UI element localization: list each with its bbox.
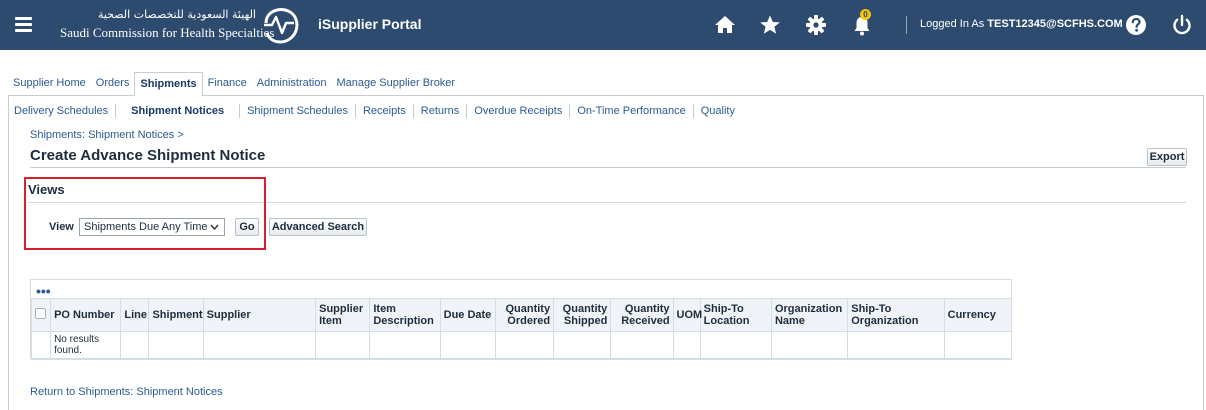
- bell-icon[interactable]: 0: [850, 9, 874, 37]
- power-icon[interactable]: [1170, 13, 1194, 37]
- table-cell: [610, 331, 674, 360]
- column-header-supplier[interactable]: Supplier: [202, 298, 317, 332]
- column-header-ship-to-organization[interactable]: Ship-To Organization: [847, 298, 945, 332]
- table-cell: [847, 331, 945, 360]
- column-header-organization-name[interactable]: Organization Name: [770, 298, 849, 332]
- subtab-delivery-schedules[interactable]: Delivery Schedules: [14, 104, 117, 118]
- tab-orders[interactable]: Orders: [91, 72, 135, 96]
- table-row: No results found.: [30, 331, 1013, 360]
- column-header-ship-to-location[interactable]: Ship-To Location: [699, 298, 772, 332]
- column-header-quantity-ordered[interactable]: Quantity Ordered: [494, 298, 555, 332]
- tab-supplier-home[interactable]: Supplier Home: [8, 72, 91, 96]
- table-cell: [699, 331, 772, 360]
- logged-in-prefix: Logged In As: [920, 18, 985, 30]
- organization-name: الهيئة السعودية للتخصصات الصحية Saudi Co…: [60, 8, 275, 44]
- results-table-panel: ••• PO Number Line Shipment Supplier Sup…: [30, 279, 1013, 360]
- logged-in-user-label: Logged In As TEST12345@SCFHS.COM: [920, 18, 1123, 30]
- table-cell: [943, 331, 1013, 360]
- column-header-line[interactable]: Line: [120, 298, 150, 332]
- subtab-on-time-performance[interactable]: On-Time Performance: [570, 104, 694, 118]
- title-divider: [30, 167, 1186, 168]
- table-cell: [672, 331, 701, 360]
- tab-shipments[interactable]: Shipments: [134, 72, 203, 97]
- table-cell: [553, 331, 612, 360]
- column-header-shipment[interactable]: Shipment: [148, 298, 204, 332]
- table-cell: [202, 331, 317, 360]
- tab-manage-supplier-broker[interactable]: Manage Supplier Broker: [331, 72, 460, 96]
- subtab-overdue-receipts[interactable]: Overdue Receipts: [467, 104, 571, 118]
- notification-count-badge: 0: [860, 9, 871, 20]
- subtab-receipts[interactable]: Receipts: [356, 104, 414, 118]
- column-header-currency[interactable]: Currency: [943, 298, 1013, 332]
- views-highlight-box: [24, 177, 266, 250]
- page-title: Create Advance Shipment Notice: [30, 147, 266, 164]
- table-cell: [30, 331, 52, 360]
- table-actions-menu-icon[interactable]: •••: [36, 283, 51, 299]
- column-header-uom[interactable]: UOM: [672, 298, 702, 332]
- organization-name-english: Saudi Commission for Health Specialties: [60, 25, 275, 40]
- advanced-search-button[interactable]: Advanced Search: [269, 218, 367, 236]
- subtab-quality[interactable]: Quality: [694, 104, 742, 118]
- column-header-quantity-received[interactable]: Quantity Received: [610, 298, 674, 332]
- table-header-row: PO Number Line Shipment Supplier Supplie…: [30, 298, 1013, 332]
- column-header-po-number[interactable]: PO Number: [50, 298, 122, 332]
- results-table: PO Number Line Shipment Supplier Supplie…: [30, 298, 1013, 360]
- tab-administration[interactable]: Administration: [252, 72, 332, 96]
- organization-logo: [258, 3, 304, 47]
- table-cell: [315, 331, 371, 360]
- sub-tabs: Delivery Schedules Shipment Notices Ship…: [14, 104, 742, 118]
- help-icon[interactable]: [1124, 13, 1148, 37]
- table-cell: [439, 331, 496, 360]
- column-header-item-description[interactable]: Item Description: [369, 298, 441, 332]
- menu-icon[interactable]: [14, 14, 34, 34]
- gear-icon[interactable]: [804, 13, 828, 37]
- main-tabs: Supplier Home Orders Shipments Finance A…: [8, 72, 1204, 97]
- table-cell: [369, 331, 441, 360]
- breadcrumb[interactable]: Shipments: Shipment Notices >: [30, 129, 184, 141]
- tab-finance[interactable]: Finance: [203, 72, 252, 96]
- return-to-shipment-notices-link[interactable]: Return to Shipments: Shipment Notices: [30, 386, 223, 398]
- subtab-shipment-schedules[interactable]: Shipment Schedules: [240, 104, 356, 118]
- table-cell: [770, 331, 849, 360]
- subtab-returns[interactable]: Returns: [414, 104, 468, 118]
- subtab-shipment-notices[interactable]: Shipment Notices: [116, 104, 241, 118]
- top-header-bar: الهيئة السعودية للتخصصات الصحية Saudi Co…: [0, 0, 1206, 50]
- home-icon[interactable]: [713, 13, 737, 37]
- logged-in-username: TEST12345@SCFHS.COM: [987, 18, 1123, 30]
- organization-name-arabic: الهيئة السعودية للتخصصات الصحية: [97, 8, 256, 21]
- content-frame: [8, 95, 1204, 410]
- select-all-checkbox[interactable]: [35, 308, 46, 319]
- table-cell: [494, 331, 555, 360]
- export-button[interactable]: Export: [1147, 148, 1187, 166]
- column-header-supplier-item[interactable]: Supplier Item: [315, 298, 371, 332]
- select-all-column: [30, 298, 52, 332]
- table-cell: [148, 331, 204, 360]
- column-header-due-date[interactable]: Due Date: [439, 298, 496, 332]
- star-icon[interactable]: [758, 13, 782, 37]
- no-results-message: No results found.: [50, 331, 122, 360]
- header-divider: [906, 16, 907, 34]
- table-cell: [120, 331, 150, 360]
- column-header-quantity-shipped[interactable]: Quantity Shipped: [553, 298, 612, 332]
- portal-title: iSupplier Portal: [318, 16, 422, 32]
